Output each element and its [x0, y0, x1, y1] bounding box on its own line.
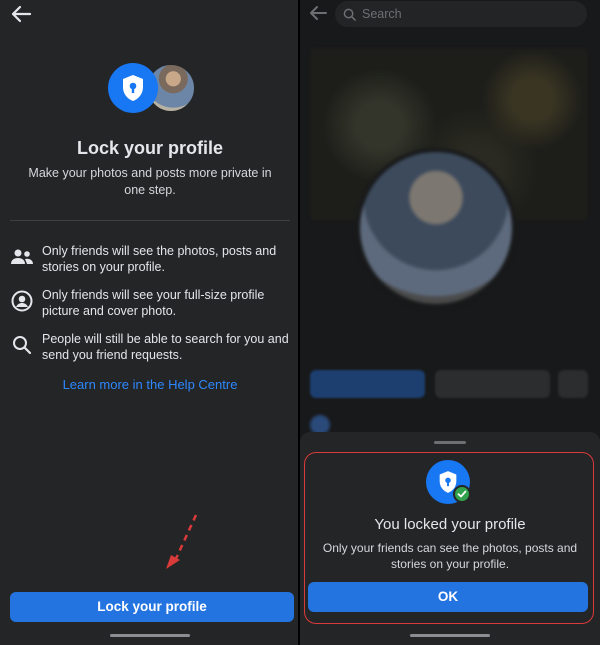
bullet-text: Only friends will see your full-size pro… [42, 288, 265, 318]
profile-locked-screen: Search You locked your profile Only your… [300, 0, 600, 645]
back-button[interactable] [10, 4, 32, 24]
profile-picture [356, 148, 516, 308]
bullet-text: People will still be able to search for … [42, 332, 289, 362]
profile-bio-blurred [345, 336, 545, 346]
bullet-friends: Only friends will see the photos, posts … [10, 243, 295, 275]
search-input[interactable]: Search [335, 1, 587, 27]
home-indicator [110, 634, 190, 637]
bullet-text: Only friends will see the photos, posts … [42, 244, 277, 274]
add-story-button-blurred [310, 370, 425, 398]
divider [10, 220, 290, 221]
back-button[interactable] [308, 4, 328, 26]
shield-lock-icon [108, 63, 158, 113]
edit-profile-button-blurred [435, 370, 550, 398]
lock-profile-screen: Lock your profile Make your photos and p… [0, 0, 300, 645]
hero-graphic [108, 63, 200, 113]
page-title: Lock your profile [76, 138, 224, 158]
checkmark-icon [453, 485, 471, 503]
help-centre-link[interactable]: Learn more in the Help Centre [0, 377, 300, 392]
profile-circle-icon [10, 289, 34, 313]
arrow-left-icon [11, 5, 32, 23]
friends-icon [10, 245, 34, 269]
page-subtitle: Make your photos and posts more private … [28, 166, 272, 197]
ok-button[interactable]: OK [308, 582, 588, 612]
bullet-search: People will still be able to search for … [10, 331, 295, 363]
bullet-profile-picture: Only friends will see your full-size pro… [10, 287, 295, 319]
search-icon [343, 8, 356, 21]
annotation-arrow-icon [166, 514, 198, 569]
search-icon [10, 333, 34, 357]
sheet-title: You locked your profile [374, 516, 526, 533]
home-indicator [410, 634, 490, 637]
search-placeholder: Search [362, 7, 402, 21]
bottom-sheet: You locked your profile Only your friend… [300, 432, 600, 645]
sheet-handle[interactable] [434, 441, 466, 444]
arrow-left-icon [310, 6, 327, 20]
lock-profile-button[interactable]: Lock your profile [10, 592, 294, 622]
sheet-subtitle: Only your friends can see the photos, po… [322, 541, 578, 571]
more-button-blurred [558, 370, 588, 398]
profile-name-blurred [340, 310, 560, 326]
